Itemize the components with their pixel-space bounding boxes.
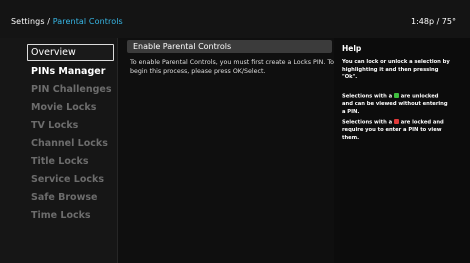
breadcrumb-parental-controls: Parental Controls bbox=[52, 17, 123, 26]
help-paragraph-locked: Selections with a are locked and require… bbox=[342, 119, 460, 142]
instruction-text: To enable Parental Controls, you must fi… bbox=[130, 58, 336, 76]
help-line: are unlocked bbox=[400, 93, 439, 100]
help-paragraph-unlocked: Selections with a are unlocked and can b… bbox=[342, 93, 460, 116]
sidebar-item-label: Channel Locks bbox=[31, 138, 108, 149]
sidebar-item-movie-locks[interactable]: Movie Locks bbox=[30, 100, 114, 116]
sidebar: Overview PINs Manager PIN Challenges Mov… bbox=[0, 38, 118, 263]
instruction-line: begin this process, please press OK/Sele… bbox=[130, 68, 266, 75]
sidebar-item-label: Safe Browse bbox=[31, 192, 98, 203]
sidebar-item-label: Overview bbox=[31, 47, 76, 58]
section-title: Enable Parental Controls bbox=[133, 42, 232, 51]
help-line: are locked and bbox=[400, 119, 444, 126]
help-paragraph-lock-unlock: You can lock or unlock a selection by hi… bbox=[342, 59, 460, 82]
sidebar-item-label: Title Locks bbox=[31, 156, 89, 167]
help-line: a PIN. bbox=[342, 108, 360, 115]
sidebar-item-label: TV Locks bbox=[31, 120, 79, 131]
help-line: require you to enter a PIN to view bbox=[342, 127, 442, 133]
help-line: Selections with a bbox=[342, 119, 393, 126]
sidebar-item-label: Service Locks bbox=[31, 174, 104, 185]
help-title: Help bbox=[342, 44, 362, 53]
sidebar-item-label: Time Locks bbox=[31, 210, 91, 221]
sidebar-item-overview[interactable]: Overview bbox=[27, 44, 114, 61]
sidebar-item-service-locks[interactable]: Service Locks bbox=[30, 172, 114, 188]
sidebar-item-title-locks[interactable]: Title Locks bbox=[30, 154, 114, 170]
sidebar-item-label: Movie Locks bbox=[31, 102, 97, 113]
sidebar-item-label: PINs Manager bbox=[31, 66, 106, 77]
breadcrumb-settings[interactable]: Settings bbox=[11, 17, 45, 26]
sidebar-item-safe-browse[interactable]: Safe Browse bbox=[30, 190, 114, 206]
help-line: and can be viewed without entering bbox=[342, 101, 448, 107]
sidebar-item-time-locks[interactable]: Time Locks bbox=[30, 208, 114, 224]
enable-parental-controls-header[interactable]: Enable Parental Controls bbox=[127, 40, 332, 53]
breadcrumb: Settings / Parental Controls bbox=[11, 17, 123, 26]
clock-weather: 1:48p / 75° bbox=[410, 17, 456, 26]
locked-lock-icon bbox=[393, 119, 399, 124]
sidebar-item-pins-manager[interactable]: PINs Manager bbox=[30, 64, 114, 80]
sidebar-item-channel-locks[interactable]: Channel Locks bbox=[30, 136, 114, 152]
sidebar-item-pin-challenges[interactable]: PIN Challenges bbox=[30, 82, 114, 98]
instruction-line: To enable Parental Controls, you must fi… bbox=[130, 59, 335, 66]
sidebar-item-tv-locks[interactable]: TV Locks bbox=[30, 118, 114, 134]
sidebar-item-label: PIN Challenges bbox=[31, 84, 112, 95]
help-line: You can lock or unlock a selection by bbox=[342, 59, 450, 65]
help-line: them. bbox=[342, 134, 360, 141]
breadcrumb-separator: / bbox=[44, 17, 53, 26]
help-line: "Ok". bbox=[342, 74, 358, 80]
help-line: Selections with a bbox=[342, 93, 393, 100]
header-bar: Settings / Parental Controls 1:48p / 75° bbox=[0, 0, 470, 38]
unlocked-lock-icon bbox=[393, 93, 399, 98]
help-line: highlighting it and then pressing bbox=[342, 66, 439, 73]
